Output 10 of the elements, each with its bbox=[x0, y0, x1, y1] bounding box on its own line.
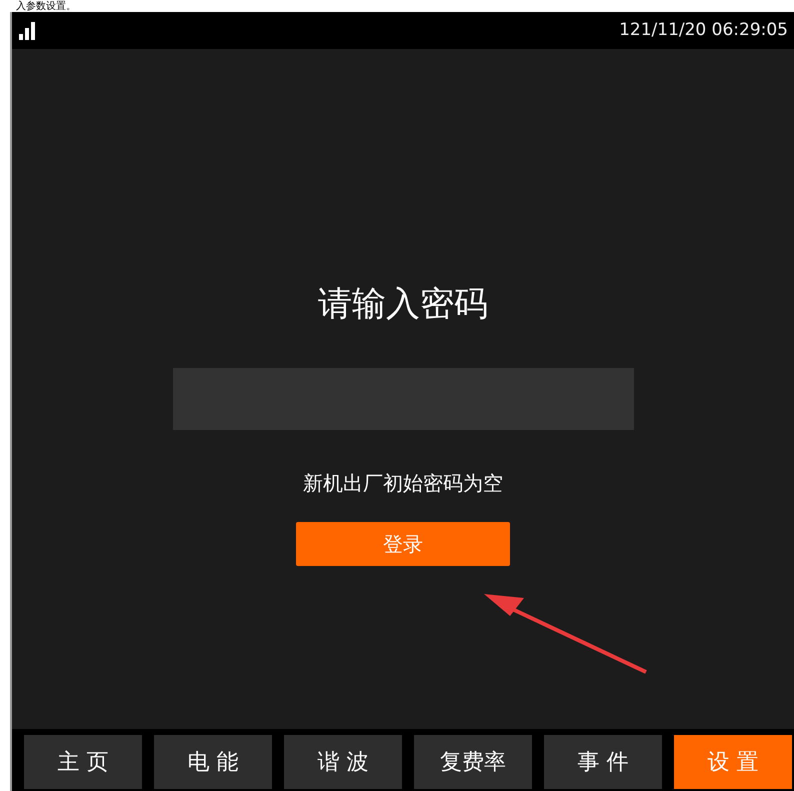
nav-tab[interactable]: 谐 波 bbox=[284, 735, 402, 789]
nav-tab[interactable]: 事 件 bbox=[544, 735, 662, 789]
hint-text: 新机出厂初始密码为空 bbox=[303, 470, 503, 497]
login-title: 请输入密码 bbox=[318, 283, 488, 326]
signal-icon bbox=[18, 20, 38, 40]
nav-tab[interactable]: 电 能 bbox=[154, 735, 272, 789]
nav-tab[interactable]: 主 页 bbox=[24, 735, 142, 789]
caption-text: 入参数设置。 bbox=[16, 2, 76, 12]
nav-tab[interactable]: 复费率 bbox=[414, 735, 532, 789]
clock-text: 121/11/20 06:29:05 bbox=[619, 18, 788, 42]
